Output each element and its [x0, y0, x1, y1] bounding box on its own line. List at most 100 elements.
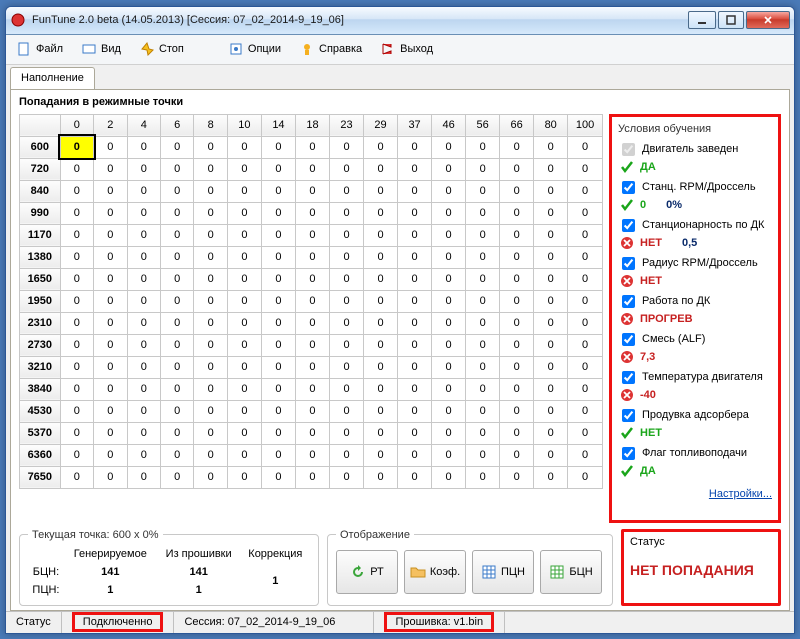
cell[interactable]: 0 [60, 356, 93, 378]
cell[interactable]: 0 [227, 136, 261, 158]
cell[interactable]: 0 [466, 422, 500, 444]
cell[interactable]: 0 [261, 378, 295, 400]
cell[interactable]: 0 [534, 224, 568, 246]
cell[interactable]: 0 [60, 290, 93, 312]
cell[interactable]: 0 [295, 290, 329, 312]
cell[interactable]: 0 [194, 224, 227, 246]
cell[interactable]: 0 [364, 158, 398, 180]
cell[interactable]: 0 [60, 444, 93, 466]
cell[interactable]: 0 [60, 400, 93, 422]
cell[interactable]: 0 [329, 334, 363, 356]
cell[interactable]: 0 [500, 246, 534, 268]
row-header[interactable]: 7650 [20, 466, 61, 488]
cell[interactable]: 0 [568, 158, 603, 180]
cell[interactable]: 0 [127, 466, 160, 488]
cell[interactable]: 0 [432, 312, 466, 334]
cell[interactable]: 0 [94, 356, 127, 378]
cell[interactable]: 0 [364, 444, 398, 466]
col-header[interactable]: 56 [466, 114, 500, 136]
cell[interactable]: 0 [534, 466, 568, 488]
cell[interactable]: 0 [568, 268, 603, 290]
condition-checkbox[interactable] [622, 143, 635, 156]
col-header[interactable]: 18 [295, 114, 329, 136]
col-header[interactable]: 2 [94, 114, 127, 136]
cell[interactable]: 0 [329, 378, 363, 400]
cell[interactable]: 0 [364, 356, 398, 378]
row-header[interactable]: 840 [20, 180, 61, 202]
cell[interactable]: 0 [261, 400, 295, 422]
cell[interactable]: 0 [160, 158, 193, 180]
cell[interactable]: 0 [500, 202, 534, 224]
cell[interactable]: 0 [466, 224, 500, 246]
cell[interactable]: 0 [261, 334, 295, 356]
cell[interactable]: 0 [127, 246, 160, 268]
col-header[interactable]: 100 [568, 114, 603, 136]
cell[interactable]: 0 [160, 400, 193, 422]
row-header[interactable]: 1170 [20, 224, 61, 246]
cell[interactable]: 0 [127, 290, 160, 312]
cell[interactable]: 0 [60, 224, 93, 246]
cell[interactable]: 0 [194, 356, 227, 378]
cell[interactable]: 0 [127, 180, 160, 202]
col-header[interactable]: 10 [227, 114, 261, 136]
menu-stop[interactable]: Стоп [135, 39, 188, 59]
cell[interactable]: 0 [364, 202, 398, 224]
cell[interactable]: 0 [466, 268, 500, 290]
cell[interactable]: 0 [261, 290, 295, 312]
cell[interactable]: 0 [398, 312, 432, 334]
cell[interactable]: 0 [466, 202, 500, 224]
cell[interactable]: 0 [329, 312, 363, 334]
cell[interactable]: 0 [160, 356, 193, 378]
cell[interactable]: 0 [364, 224, 398, 246]
cell[interactable]: 0 [94, 246, 127, 268]
cell[interactable]: 0 [568, 136, 603, 158]
cell[interactable]: 0 [568, 246, 603, 268]
cell[interactable]: 0 [500, 136, 534, 158]
cell[interactable]: 0 [60, 334, 93, 356]
cell[interactable]: 0 [194, 378, 227, 400]
cell[interactable]: 0 [94, 290, 127, 312]
cell[interactable]: 0 [500, 356, 534, 378]
cell[interactable]: 0 [432, 268, 466, 290]
cell[interactable]: 0 [127, 444, 160, 466]
cell[interactable]: 0 [295, 466, 329, 488]
cell[interactable]: 0 [364, 246, 398, 268]
cell[interactable]: 0 [534, 246, 568, 268]
cell[interactable]: 0 [568, 466, 603, 488]
cell[interactable]: 0 [160, 422, 193, 444]
cell[interactable]: 0 [227, 202, 261, 224]
cell[interactable]: 0 [60, 312, 93, 334]
condition-checkbox[interactable] [622, 371, 635, 384]
menu-help[interactable]: Справка [295, 39, 366, 59]
cell[interactable]: 0 [194, 334, 227, 356]
col-header[interactable]: 6 [160, 114, 193, 136]
cell[interactable]: 0 [568, 202, 603, 224]
cell[interactable]: 0 [295, 444, 329, 466]
cell[interactable]: 0 [568, 334, 603, 356]
cell[interactable]: 0 [364, 136, 398, 158]
cell[interactable]: 0 [261, 136, 295, 158]
cell[interactable]: 0 [60, 202, 93, 224]
cell[interactable]: 0 [227, 334, 261, 356]
cell[interactable]: 0 [94, 224, 127, 246]
cell[interactable]: 0 [500, 400, 534, 422]
cell[interactable]: 0 [568, 224, 603, 246]
cell[interactable]: 0 [432, 136, 466, 158]
row-header[interactable]: 3840 [20, 378, 61, 400]
cell[interactable]: 0 [466, 444, 500, 466]
cell[interactable]: 0 [398, 136, 432, 158]
cell[interactable]: 0 [295, 312, 329, 334]
data-table[interactable]: 0246810141823293746566680100 60000000000… [19, 114, 603, 489]
cell[interactable]: 0 [466, 290, 500, 312]
cell[interactable]: 0 [568, 422, 603, 444]
col-header[interactable]: 46 [432, 114, 466, 136]
cell[interactable]: 0 [227, 246, 261, 268]
col-header[interactable]: 23 [329, 114, 363, 136]
cell[interactable]: 0 [127, 422, 160, 444]
condition-checkbox[interactable] [622, 219, 635, 232]
cell[interactable]: 0 [94, 444, 127, 466]
cell[interactable]: 0 [94, 180, 127, 202]
cell[interactable]: 0 [194, 268, 227, 290]
cell[interactable]: 0 [261, 180, 295, 202]
cell[interactable]: 0 [432, 378, 466, 400]
